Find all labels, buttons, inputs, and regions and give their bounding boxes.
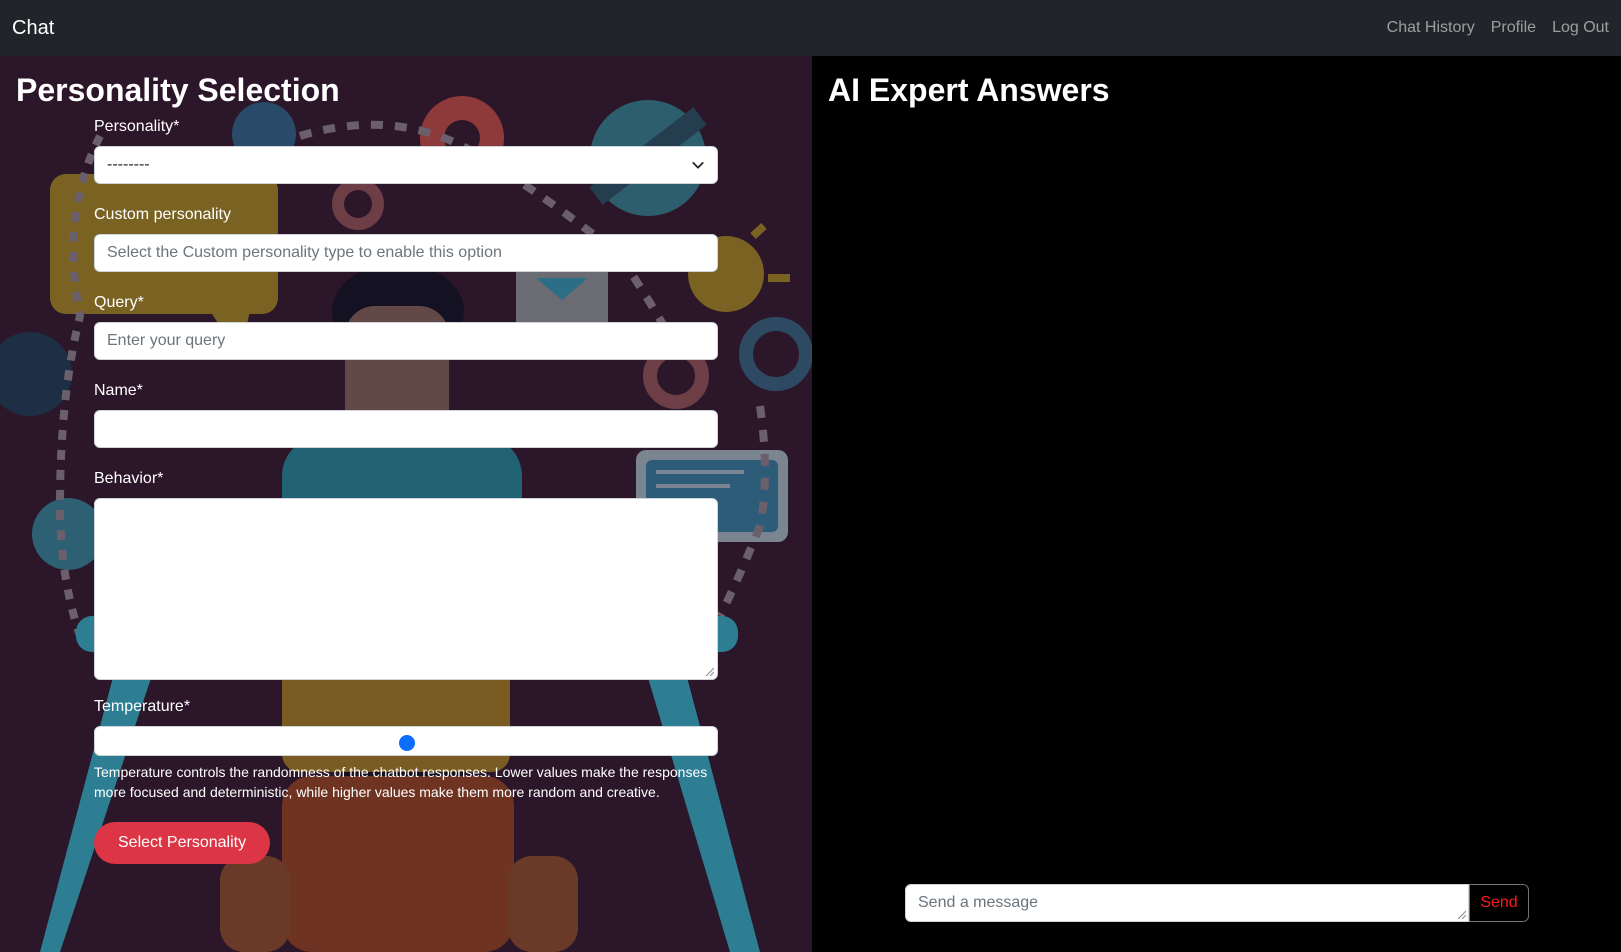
- select-personality-button[interactable]: Select Personality: [94, 822, 271, 864]
- behavior-textarea[interactable]: [94, 498, 718, 680]
- query-field: Query* Enter your query: [94, 294, 718, 360]
- custom-personality-label: Custom personality: [94, 206, 231, 223]
- personality-label: Personality*: [94, 118, 180, 135]
- nav-profile[interactable]: Profile: [1491, 19, 1536, 37]
- custom-personality-input[interactable]: Select the Custom personality type to en…: [94, 234, 718, 272]
- personality-field: Personality* --------: [94, 118, 718, 184]
- name-label: Name*: [94, 382, 143, 399]
- personality-select-value: --------: [107, 156, 150, 173]
- behavior-field: Behavior*: [94, 470, 718, 680]
- custom-personality-field: Custom personality Select the Custom per…: [94, 206, 718, 272]
- query-input[interactable]: Enter your query: [94, 322, 718, 360]
- personality-form: Personality* -------- Custom personality…: [94, 118, 718, 864]
- personality-title: Personality Selection: [16, 72, 340, 108]
- personality-select[interactable]: --------: [94, 146, 718, 184]
- answers-title: AI Expert Answers: [828, 72, 1110, 108]
- message-placeholder: Send a message: [918, 894, 1039, 911]
- name-field: Name*: [94, 382, 718, 448]
- temperature-help-text: Temperature controls the randomness of t…: [94, 764, 708, 800]
- message-bar: Send a message Send: [905, 884, 1529, 922]
- message-input[interactable]: Send a message: [905, 884, 1469, 922]
- answers-panel: AI Expert Answers Send a message Send: [812, 56, 1621, 952]
- chevron-down-icon: [692, 161, 704, 169]
- brand-link[interactable]: Chat: [12, 17, 54, 40]
- nav-log-out[interactable]: Log Out: [1552, 19, 1609, 37]
- nav-chat-history[interactable]: Chat History: [1387, 19, 1475, 37]
- query-label: Query*: [94, 294, 144, 311]
- temperature-label: Temperature*: [94, 698, 191, 715]
- personality-panel: Personality Selection Personality* -----…: [0, 56, 812, 952]
- name-input[interactable]: [94, 410, 718, 448]
- send-button[interactable]: Send: [1469, 884, 1529, 922]
- behavior-label: Behavior*: [94, 470, 164, 487]
- resize-grip-icon[interactable]: [1456, 909, 1466, 919]
- slider-thumb[interactable]: [399, 735, 415, 751]
- top-navbar: Chat Chat History Profile Log Out: [0, 0, 1621, 56]
- nav-links: Chat History Profile Log Out: [1387, 19, 1609, 37]
- temperature-field: Temperature* Temperature controls the ra…: [94, 698, 718, 864]
- temperature-slider[interactable]: [94, 726, 718, 756]
- resize-grip-icon[interactable]: [704, 666, 714, 676]
